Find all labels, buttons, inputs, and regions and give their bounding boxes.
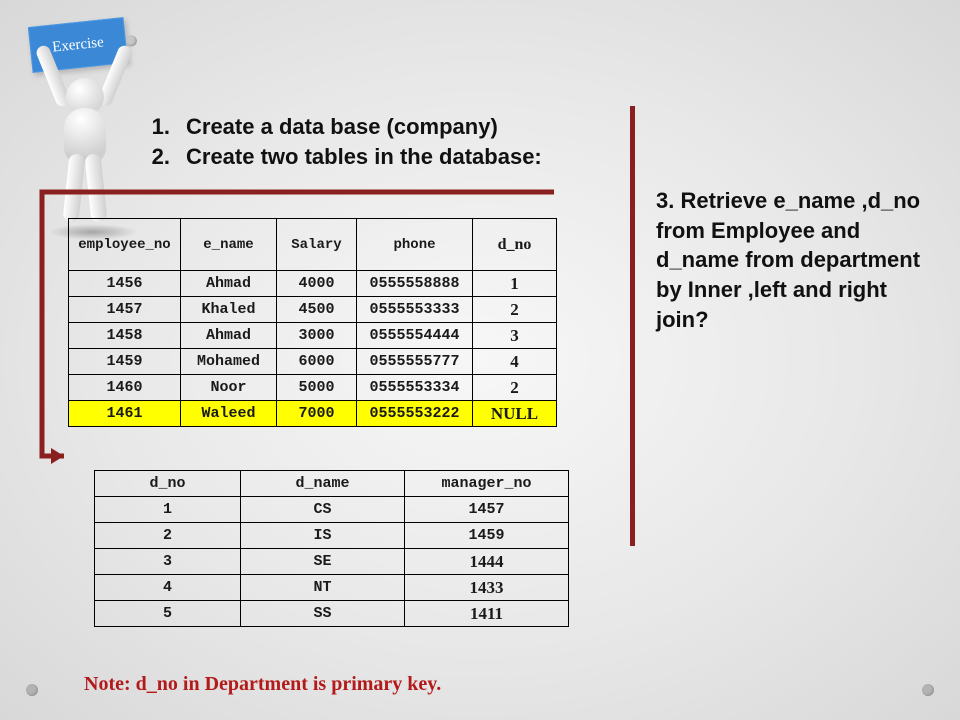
cell: 7000	[277, 401, 357, 427]
table-row: 1459Mohamed600005555557774	[69, 349, 557, 375]
cell: 1460	[69, 375, 181, 401]
cell: 4	[95, 575, 241, 601]
col-d-no: d_no	[473, 219, 557, 271]
mascot-leg	[62, 153, 85, 222]
table-header-row: employee_no e_name Salary phone d_no	[69, 219, 557, 271]
table-row: 1CS1457	[95, 497, 569, 523]
cell: SE	[241, 549, 405, 575]
cell: Mohamed	[181, 349, 277, 375]
corner-dot-icon	[26, 684, 38, 696]
cell: NULL	[473, 401, 557, 427]
department-table: d_no d_name manager_no 1CS14572IS14593SE…	[94, 470, 569, 627]
cell: Ahmad	[181, 323, 277, 349]
cell: 0555554444	[357, 323, 473, 349]
cell: 5	[95, 601, 241, 627]
table-row: 1460Noor500005555533342	[69, 375, 557, 401]
list-number: 2.	[140, 142, 170, 172]
col-phone: phone	[357, 219, 473, 271]
table-row: 2IS1459	[95, 523, 569, 549]
cell: 0555553333	[357, 297, 473, 323]
cell: 1457	[405, 497, 569, 523]
table-row: 4NT1433	[95, 575, 569, 601]
cell: Noor	[181, 375, 277, 401]
cell: 1459	[69, 349, 181, 375]
note-text: Note: d_no in Department is primary key.	[84, 673, 441, 696]
cell: 2	[95, 523, 241, 549]
cell: SS	[241, 601, 405, 627]
cell: 2	[473, 297, 557, 323]
cell: 6000	[277, 349, 357, 375]
instruction-list: 1. Create a data base (company) 2. Creat…	[140, 112, 620, 171]
cell: 5000	[277, 375, 357, 401]
cell: 3	[473, 323, 557, 349]
cell: IS	[241, 523, 405, 549]
table-row: 3SE1444	[95, 549, 569, 575]
col-d-no: d_no	[95, 471, 241, 497]
cell: 1444	[405, 549, 569, 575]
col-d-name: d_name	[241, 471, 405, 497]
cell: NT	[241, 575, 405, 601]
list-text: Create a data base (company)	[186, 112, 498, 142]
col-salary: Salary	[277, 219, 357, 271]
cell: 3	[95, 549, 241, 575]
cell: CS	[241, 497, 405, 523]
corner-dot-icon	[922, 684, 934, 696]
cell: Khaled	[181, 297, 277, 323]
cell: 0555553222	[357, 401, 473, 427]
cell: 1	[95, 497, 241, 523]
cell: 1	[473, 271, 557, 297]
cell: 4500	[277, 297, 357, 323]
cell: 4000	[277, 271, 357, 297]
col-manager-no: manager_no	[405, 471, 569, 497]
cell: 1433	[405, 575, 569, 601]
cell: 0555558888	[357, 271, 473, 297]
cell: 2	[473, 375, 557, 401]
cell: Ahmad	[181, 271, 277, 297]
table-row: 1461Waleed70000555553222NULL	[69, 401, 557, 427]
cell: 3000	[277, 323, 357, 349]
cell: 1457	[69, 297, 181, 323]
col-employee-no: employee_no	[69, 219, 181, 271]
cell: 1458	[69, 323, 181, 349]
table-header-row: d_no d_name manager_no	[95, 471, 569, 497]
cell: 0555555777	[357, 349, 473, 375]
cell: 1461	[69, 401, 181, 427]
employee-table: employee_no e_name Salary phone d_no 145…	[68, 218, 557, 427]
cell: 1459	[405, 523, 569, 549]
vertical-divider	[630, 106, 635, 546]
table-row: 1456Ahmad400005555588881	[69, 271, 557, 297]
cell: Waleed	[181, 401, 277, 427]
col-e-name: e_name	[181, 219, 277, 271]
question-3: 3. Retrieve e_name ,d_no from Employee a…	[656, 186, 936, 334]
mascot-leg	[84, 153, 107, 222]
cell: 0555553334	[357, 375, 473, 401]
list-text: Create two tables in the database:	[186, 142, 542, 172]
cell: 1411	[405, 601, 569, 627]
list-number: 1.	[140, 112, 170, 142]
table-row: 1458Ahmad300005555544443	[69, 323, 557, 349]
cell: 4	[473, 349, 557, 375]
cell: 1456	[69, 271, 181, 297]
table-row: 5SS1411	[95, 601, 569, 627]
table-row: 1457Khaled450005555533332	[69, 297, 557, 323]
